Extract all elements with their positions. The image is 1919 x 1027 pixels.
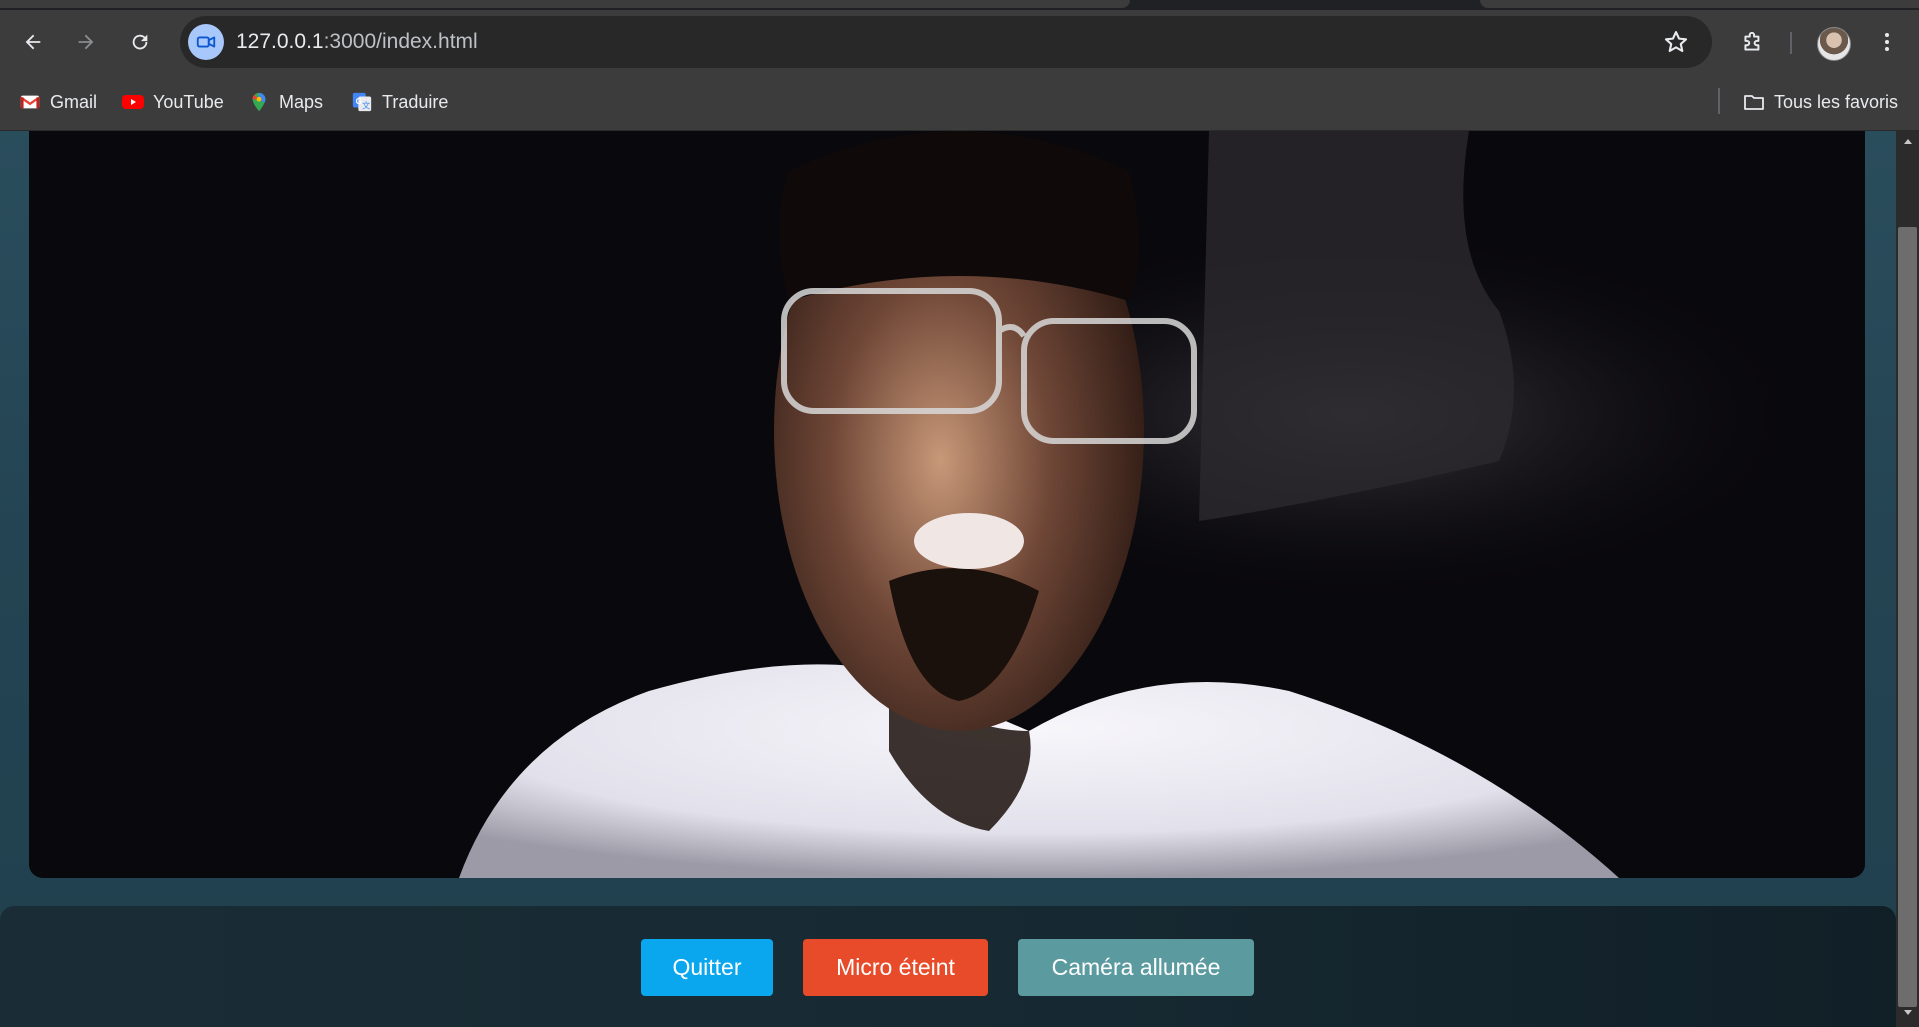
scroll-down-arrow-icon[interactable] <box>1896 1007 1919 1025</box>
local-video <box>29 131 1865 878</box>
webcam-frame <box>29 131 1865 878</box>
bookmark-label: YouTube <box>153 91 224 112</box>
address-bar[interactable]: 127.0.0.1:3000/index.html <box>180 16 1712 68</box>
video-call-page: Quitter Micro éteint Caméra allumée <box>0 131 1896 1027</box>
tab-edge <box>1480 0 1919 8</box>
gmail-icon <box>18 90 42 114</box>
puzzle-icon <box>1744 31 1760 51</box>
scroll-up-arrow-icon[interactable] <box>1896 135 1919 153</box>
bookmark-label: Maps <box>279 91 324 112</box>
url-text[interactable]: 127.0.0.1:3000/index.html <box>236 30 478 54</box>
bookmark-label: Gmail <box>50 91 98 112</box>
bookmark-youtube[interactable]: YouTube <box>121 86 224 118</box>
back-button[interactable] <box>16 25 50 59</box>
scroll-thumb[interactable] <box>1898 227 1917 1007</box>
video-camera-icon[interactable] <box>188 24 224 60</box>
maps-icon <box>247 90 271 114</box>
tab-strip <box>0 0 1919 10</box>
bookmark-gmail[interactable]: Gmail <box>18 86 97 118</box>
url-path: :3000/index.html <box>323 30 478 53</box>
forward-button[interactable] <box>69 25 103 59</box>
bookmark-maps[interactable]: Maps <box>247 86 323 118</box>
profile-avatar[interactable] <box>1817 27 1851 61</box>
svg-text:G: G <box>356 97 362 106</box>
toolbar-divider <box>1790 32 1792 54</box>
bookmark-label: Traduire <box>382 91 449 112</box>
arrow-left-icon <box>25 34 41 50</box>
arrow-right-icon <box>78 34 94 50</box>
menu-button[interactable] <box>1871 26 1903 58</box>
translate-icon: G文 <box>350 90 374 114</box>
url-host: 127.0.0.1 <box>236 30 324 53</box>
extensions-button[interactable] <box>1737 26 1769 58</box>
all-bookmarks-label: Tous les favoris <box>1774 91 1899 112</box>
kebab-menu-icon <box>1885 33 1889 51</box>
browser-toolbar: 127.0.0.1:3000/index.html <box>0 10 1919 74</box>
reload-icon <box>132 34 148 50</box>
page-scrollbar[interactable] <box>1896 131 1919 1027</box>
svg-text:文: 文 <box>362 100 370 110</box>
bookmarks-divider <box>1718 88 1720 114</box>
camera-toggle-button[interactable]: Caméra allumée <box>1018 939 1254 996</box>
mic-toggle-button[interactable]: Micro éteint <box>803 939 988 996</box>
call-controls-bar: Quitter Micro éteint Caméra allumée <box>0 906 1896 1027</box>
all-bookmarks-button[interactable]: Tous les favoris <box>1742 86 1898 118</box>
youtube-icon <box>121 90 145 114</box>
bookmarks-bar: Gmail YouTube Maps G文 Traduire Tous les … <box>0 74 1919 131</box>
quit-button[interactable]: Quitter <box>641 939 773 996</box>
bookmark-star-icon[interactable] <box>1662 28 1690 56</box>
bookmark-translate[interactable]: G文 Traduire <box>350 86 448 118</box>
folder-icon <box>1742 90 1766 114</box>
reload-button[interactable] <box>123 25 157 59</box>
tab-edge <box>0 0 1130 8</box>
